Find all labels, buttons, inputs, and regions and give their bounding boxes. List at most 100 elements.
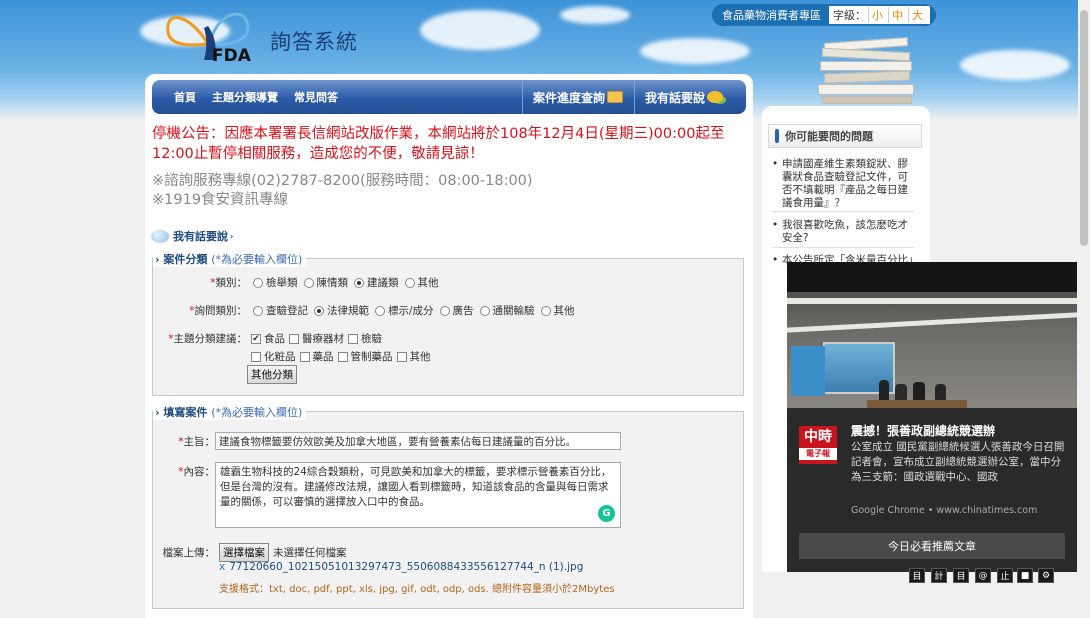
checkbox-medical-device-label: 醫療器材 [302, 333, 344, 345]
radio-regulation-label: 法律規範 [327, 305, 369, 317]
choose-file-button[interactable]: 選擇檔案 [219, 543, 269, 562]
nav-speak-out[interactable]: 我有話要說 [634, 80, 746, 114]
font-size-large[interactable]: 大 [908, 7, 926, 23]
nav-home[interactable]: 首頁 [166, 89, 204, 105]
share-icon-1[interactable]: 目 [909, 568, 925, 583]
attached-file-name: 77120660_10215051013297473_5506088433556… [229, 561, 584, 573]
checkbox-drugs-label: 藥品 [312, 351, 334, 363]
attached-file-row: x 77120660_10215051013297473_55060884335… [219, 561, 583, 573]
case-fill-fieldset: › 填寫案件 (*為必要輸入欄位) *主旨： 建議食物標籤要仿效歐美及加拿大地區… [152, 404, 744, 609]
radio-report[interactable] [253, 277, 263, 288]
share-icon-5[interactable]: 止 [997, 568, 1013, 583]
checkbox-food[interactable]: ✔ [251, 333, 261, 344]
books-illustration [818, 34, 916, 104]
sidebar-question-2[interactable]: 我很喜歡吃魚，該怎麼吃才安全? [772, 219, 914, 248]
sidebar-title: 你可能要問的問題 [768, 124, 922, 148]
checkbox-other-topic[interactable] [396, 351, 407, 362]
checkbox-cosmetics-label: 化粧品 [264, 351, 296, 363]
popup-source: Google Chrome • www.chinatimes.com [851, 505, 1038, 516]
other-category-button[interactable]: 其他分類 [247, 365, 297, 384]
checkbox-other-topic-label: 其他 [409, 351, 431, 363]
popup-body: 公室成立 國民黨副總統候選人張善政今日召開記者會，宣布成立副總統競選辦公室，當中… [851, 441, 1065, 483]
radio-labeling-label: 標示/成分 [388, 305, 434, 317]
checkbox-testing[interactable] [348, 333, 358, 344]
consumer-zone-link[interactable]: 食品藥物消費者專區 [722, 7, 821, 23]
radio-customs-label: 通關輸驗 [492, 305, 535, 317]
nav-topic-guide[interactable]: 主題分類導覽 [204, 89, 286, 105]
news-photo [787, 262, 1077, 408]
required-note: (*為必要輸入欄位) [211, 406, 303, 419]
speak-out-label: 我有話要說 [645, 90, 706, 105]
cloud-bubble-icon [151, 229, 169, 243]
checkbox-testing-label: 檢驗 [361, 333, 382, 345]
subject-input[interactable]: 建議食物標籤要仿效歐美及加拿大地區，要有營養素佔每日建議量的百分比。 [215, 432, 621, 450]
case-category-fieldset: › 案件分類 (*為必要輸入欄位) *類別： 檢舉類 陳情類 建議類 其他 *詢… [152, 251, 744, 396]
share-icon-2[interactable]: 計 [931, 568, 947, 583]
chevron-right-icon: › [155, 253, 160, 266]
checkbox-cosmetics[interactable] [251, 351, 261, 362]
checkbox-controlled-drugs[interactable] [337, 351, 348, 362]
content-textarea[interactable]: 雄霸生物科技的24綜合穀類粉，可見歐美和加拿大的標籤，要求標示營養素百分比，但是… [215, 462, 621, 528]
case-category-legend: › 案件分類 (*為必要輸入欄位) [153, 251, 307, 267]
topic-label: *主題分類建議： [168, 333, 247, 345]
speech-bubble-icon [707, 91, 724, 103]
remove-file-link[interactable]: x [219, 561, 225, 573]
checkbox-drugs[interactable] [299, 351, 310, 362]
type-label: *類別： [210, 277, 247, 289]
font-size-label: 字級： [833, 9, 866, 22]
font-size-medium[interactable]: 中 [888, 7, 906, 23]
topic-row-1: *主題分類建議： ✔ 食品 醫療器材 檢驗 [153, 331, 382, 346]
sidebar-question-1[interactable]: 申請國產維生素類錠狀、膠囊狀食品查驗登記文件，可否不填載明『產品之每日建議食用量… [772, 158, 914, 212]
cloud-decoration [420, 10, 540, 50]
maintenance-notice: 停機公告：因應本署署長信網站改版作業，本網站將於108年12月4日(星期三)00… [152, 126, 725, 162]
radio-advertising-label: 廣告 [452, 305, 474, 317]
case-progress-label: 案件進度查詢 [533, 90, 606, 105]
radio-labeling[interactable] [375, 305, 385, 316]
subject-row: *主旨： 建議食物標籤要仿效歐美及加拿大地區，要有營養素佔每日建議量的百分比。 [153, 432, 621, 450]
radio-suggestion[interactable] [354, 277, 364, 288]
required-note: (*為必要輸入欄位) [211, 253, 303, 266]
case-category-title: 案件分類 [163, 253, 208, 266]
food-safety-hotline: ※1919食安資訊專線 [152, 192, 289, 208]
radio-regulation[interactable] [314, 305, 324, 316]
checkbox-food-label: 食品 [264, 333, 285, 345]
font-size-small[interactable]: 小 [868, 7, 886, 23]
hotline-info: ※諮詢服務專線(02)2787-8200(服務時間：08:00-18:00) ※… [152, 172, 533, 210]
fda-logo[interactable]: FDA [160, 4, 260, 68]
settings-icon[interactable]: ⚙ [1038, 568, 1054, 583]
radio-advertising[interactable] [439, 305, 450, 316]
radio-other-inquiry[interactable] [540, 305, 551, 316]
radio-registration-label: 查驗登記 [266, 305, 308, 317]
inquiry-type-label: *詢問類別： [189, 305, 247, 317]
share-icon-6[interactable]: ■ [1017, 568, 1033, 583]
type-row: *類別： 檢舉類 陳情類 建議類 其他 [153, 275, 439, 290]
chevron-right-icon: › [230, 231, 234, 241]
radio-other-type[interactable] [404, 277, 415, 288]
font-size-selector: 字級： 小 中 大 [829, 6, 930, 24]
radio-customs[interactable] [479, 305, 490, 316]
share-icon-3[interactable]: 目 [953, 568, 969, 583]
scrollbar-thumb[interactable] [1080, 10, 1088, 246]
no-file-text: 未選擇任何檔案 [273, 547, 347, 559]
content-row: *內容： 雄霸生物科技的24綜合穀類粉，可見歐美和加拿大的標籤，要求標示營養素百… [153, 462, 621, 528]
supported-formats: 支援格式：txt, doc, pdf, ppt, xls, jpg, gif, … [219, 584, 615, 595]
email-icon[interactable]: @ [975, 568, 991, 583]
nav-faq[interactable]: 常見問答 [286, 89, 346, 105]
radio-other-type-label: 其他 [417, 277, 439, 289]
upload-row: 檔案上傳： 選擇檔案 未選擇任何檔案 [153, 543, 347, 562]
recommended-articles-button[interactable]: 今日必看推薦文章 [799, 533, 1065, 559]
radio-petition-label: 陳情類 [316, 277, 349, 289]
grammarly-icon[interactable]: G [598, 505, 615, 522]
news-notification-popup[interactable]: 中時 電子報 震撼！張善政副總統競選辦 公室成立 國民黨副總統候選人張善政今日召… [787, 262, 1077, 572]
checkbox-medical-device[interactable] [289, 333, 299, 344]
radio-registration[interactable] [253, 305, 263, 316]
page-scrollbar[interactable] [1078, 0, 1090, 618]
cloud-decoration [560, 6, 630, 24]
title-bar-icon [775, 129, 779, 143]
nav-case-progress[interactable]: 案件進度查詢 [522, 80, 632, 114]
section-title: 我有話要說 › [151, 227, 245, 245]
site-title: 詢答系統 [270, 30, 358, 54]
popup-headline: 震撼！張善政副總統競選辦 [851, 424, 996, 438]
radio-petition[interactable] [303, 277, 314, 288]
case-fill-title: 填寫案件 [163, 406, 208, 419]
